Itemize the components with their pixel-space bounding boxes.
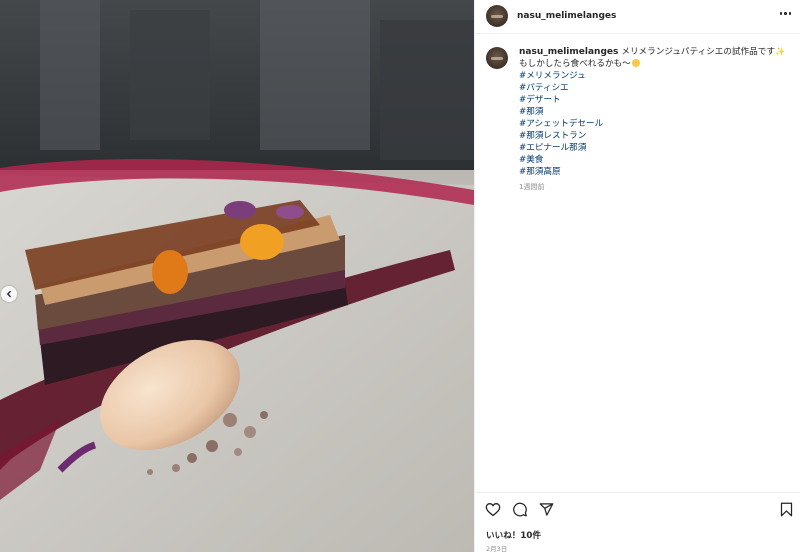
send-icon[interactable]	[539, 502, 554, 517]
chevron-left-icon	[6, 290, 11, 298]
caption: nasu_melimelanges メリメランジュパティシエの試作品です✨ もしか…	[475, 34, 800, 193]
caption-body: nasu_melimelanges メリメランジュパティシエの試作品です✨ もしか…	[519, 46, 790, 193]
caption-text: メリメランジュパティシエの試作品です	[621, 47, 775, 57]
heart-icon[interactable]	[485, 502, 501, 517]
hashtag[interactable]: #美食	[519, 154, 790, 166]
likes-count[interactable]: いいね！10件	[486, 529, 541, 541]
caption-time-ago: 1週間前	[519, 183, 545, 191]
hashtag[interactable]: #那須レストラン	[519, 130, 790, 142]
smile-emoji-icon	[631, 59, 640, 67]
hashtag[interactable]: #那須高原	[519, 166, 790, 178]
hashtag[interactable]: #デザート	[519, 94, 790, 106]
post-header: nasu_melimelanges	[475, 0, 800, 34]
bookmark-icon[interactable]	[780, 502, 793, 517]
hashtag[interactable]: #パティシエ	[519, 82, 790, 94]
hashtag[interactable]: #エピナール那須	[519, 142, 790, 154]
avatar[interactable]	[486, 5, 508, 27]
header-username[interactable]: nasu_melimelanges	[517, 11, 616, 21]
action-bar	[475, 492, 800, 522]
sparkles-icon: ✨	[774, 47, 785, 56]
post-date: 2月3日	[486, 545, 508, 552]
post-photo	[0, 0, 474, 552]
caption-username[interactable]: nasu_melimelanges	[519, 47, 618, 57]
post-side-panel: nasu_melimelanges nasu_melimelanges メリメラン…	[474, 0, 800, 552]
hashtag[interactable]: #那須	[519, 106, 790, 118]
caption-avatar[interactable]	[486, 47, 508, 69]
comment-icon[interactable]	[512, 502, 528, 517]
caption-line-2: もしかしたら食べれるかも〜	[519, 59, 631, 69]
previous-image-button[interactable]	[1, 286, 17, 302]
dessert-photo-illustration	[0, 0, 474, 552]
hashtag[interactable]: #アシェットデセール	[519, 118, 790, 130]
hashtag[interactable]: #メリメランジュ	[519, 70, 790, 82]
hashtag-list: #メリメランジュ #パティシエ #デザート #那須 #アシェットデセール #那須…	[519, 70, 790, 178]
more-dots-icon[interactable]	[779, 12, 791, 15]
